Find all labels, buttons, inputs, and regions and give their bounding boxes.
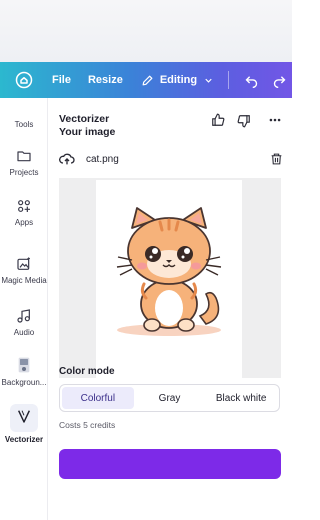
vectorize-button[interactable] (59, 449, 281, 479)
music-note-icon (17, 309, 30, 323)
cat-illustration (116, 207, 222, 336)
more-options-icon[interactable] (268, 113, 282, 127)
color-mode-black-white[interactable]: Black white (205, 387, 277, 409)
magic-media-icon (17, 257, 30, 270)
sidebar-item-label: Tools (14, 120, 34, 129)
sidebar-item-label: Apps (14, 218, 34, 227)
background-remover-icon (18, 357, 30, 373)
editing-mode-button[interactable]: Editing (141, 74, 214, 87)
file-menu-button[interactable]: File (52, 70, 71, 90)
color-mode-colorful[interactable]: Colorful (62, 387, 134, 409)
sidebar-item-tools[interactable]: Tools (0, 120, 48, 129)
sidebar-item-label: Magic Media (1, 276, 47, 285)
credits-cost-text: Costs 5 credits (59, 420, 116, 430)
color-mode-label: Color mode (59, 366, 115, 377)
toolbar-divider (228, 71, 230, 89)
sidebar-item-label: Audio (13, 328, 35, 337)
sidebar-item-background-remover[interactable]: Backgroun... (0, 356, 48, 387)
side-navigation: Tools Projects Apps Magic Media Audio Ba… (0, 98, 48, 520)
editing-label: Editing (159, 74, 198, 86)
redo-button[interactable] (271, 72, 287, 88)
vectorizer-icon-tile (10, 404, 38, 432)
sidebar-item-label: Projects (9, 168, 39, 177)
sidebar-item-label: Vectorizer (4, 435, 44, 444)
undo-icon (245, 75, 257, 88)
sidebar-item-magic-media[interactable]: Magic Media (0, 256, 48, 285)
trash-icon[interactable] (270, 152, 283, 166)
redo-icon (273, 75, 286, 88)
chevron-down-icon (205, 78, 212, 83)
thumbs-up-icon[interactable] (211, 113, 225, 127)
apps-icon (18, 200, 30, 212)
color-mode-selector: Colorful Gray Black white (59, 384, 280, 412)
sidebar-item-audio[interactable]: Audio (0, 308, 48, 337)
cloud-upload-icon (59, 153, 75, 165)
resize-button[interactable]: Resize (88, 70, 123, 90)
home-icon (15, 71, 33, 89)
sidebar-item-vectorizer[interactable]: Vectorizer (0, 404, 48, 444)
image-preview[interactable] (96, 180, 242, 378)
top-toolbar: File Resize Editing (0, 62, 292, 98)
status-area (0, 0, 292, 62)
home-button[interactable] (13, 69, 35, 91)
panel-title: Vectorizer (59, 113, 110, 125)
undo-button[interactable] (243, 72, 259, 88)
sidebar-item-projects[interactable]: Projects (0, 148, 48, 177)
thumbs-down-icon[interactable] (237, 114, 251, 128)
file-name: cat.png (86, 153, 119, 165)
pencil-icon (142, 75, 153, 85)
vectorizer-icon (18, 410, 30, 423)
sidebar-item-label: Backgroun... (1, 378, 47, 387)
color-mode-gray[interactable]: Gray (134, 387, 206, 409)
vectorizer-panel: Vectorizer Your image cat.png Color mode… (48, 98, 292, 520)
uploaded-file-row: cat.png (59, 152, 283, 166)
folder-icon (17, 151, 31, 162)
panel-subtitle: Your image (59, 126, 116, 138)
sidebar-item-apps[interactable]: Apps (0, 198, 48, 227)
